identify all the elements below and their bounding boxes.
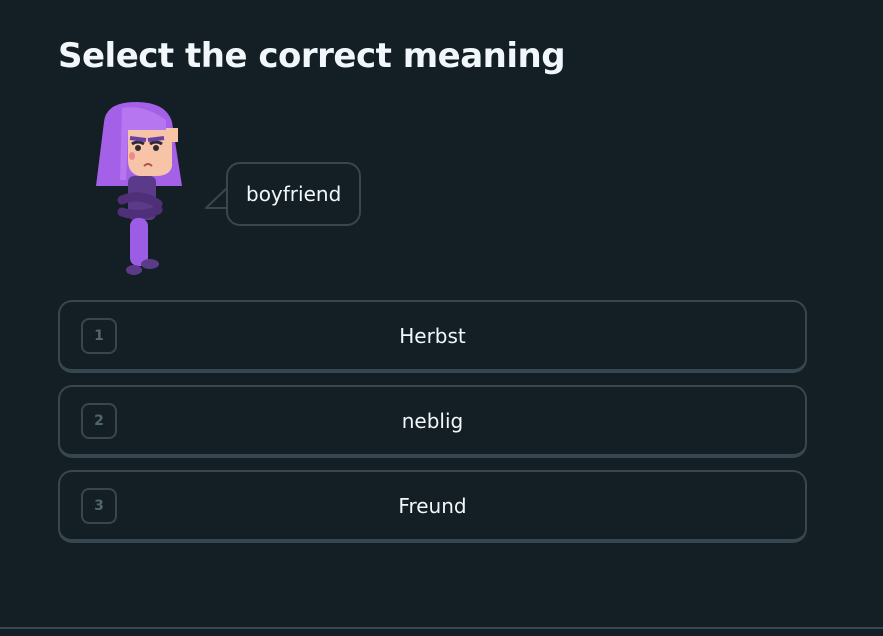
option-label: Herbst	[399, 323, 466, 348]
answer-options: 1 Herbst 2 neblig 3 Freund	[58, 300, 807, 543]
character-lily-illustration	[96, 102, 182, 275]
footer-divider	[0, 627, 883, 629]
option-2[interactable]: 2 neblig	[58, 385, 807, 458]
speech-bubble: boyfriend	[226, 162, 362, 226]
option-label: neblig	[401, 408, 464, 433]
lesson-page: Select the correct meaning boyfriend 1 H…	[0, 0, 883, 636]
page-title: Select the correct meaning	[58, 36, 566, 76]
option-3[interactable]: 3 Freund	[58, 470, 807, 543]
prompt-word: boyfriend	[246, 182, 342, 206]
option-label: Freund	[398, 493, 467, 518]
option-1[interactable]: 1 Herbst	[58, 300, 807, 373]
